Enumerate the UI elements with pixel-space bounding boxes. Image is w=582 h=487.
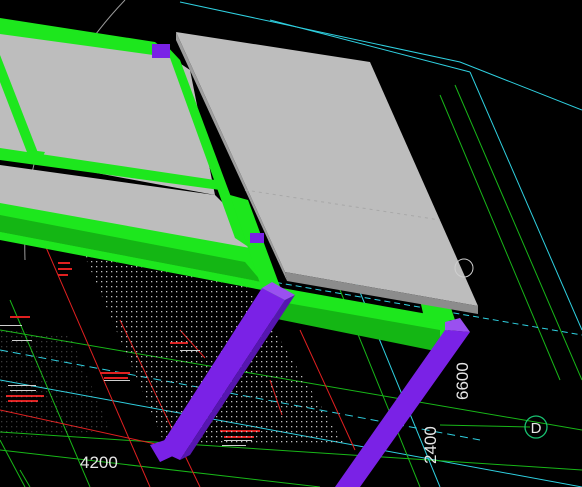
dimension-6600: 6600 bbox=[453, 362, 472, 400]
cad-3d-viewport[interactable]: D 4200 6600 2400 bbox=[0, 0, 582, 487]
dimension-2400: 2400 bbox=[421, 426, 440, 464]
column-head-mid bbox=[250, 233, 264, 243]
dimension-4200: 4200 bbox=[80, 453, 118, 472]
column-head-top bbox=[152, 44, 170, 58]
axis-label-d: D bbox=[531, 420, 542, 437]
